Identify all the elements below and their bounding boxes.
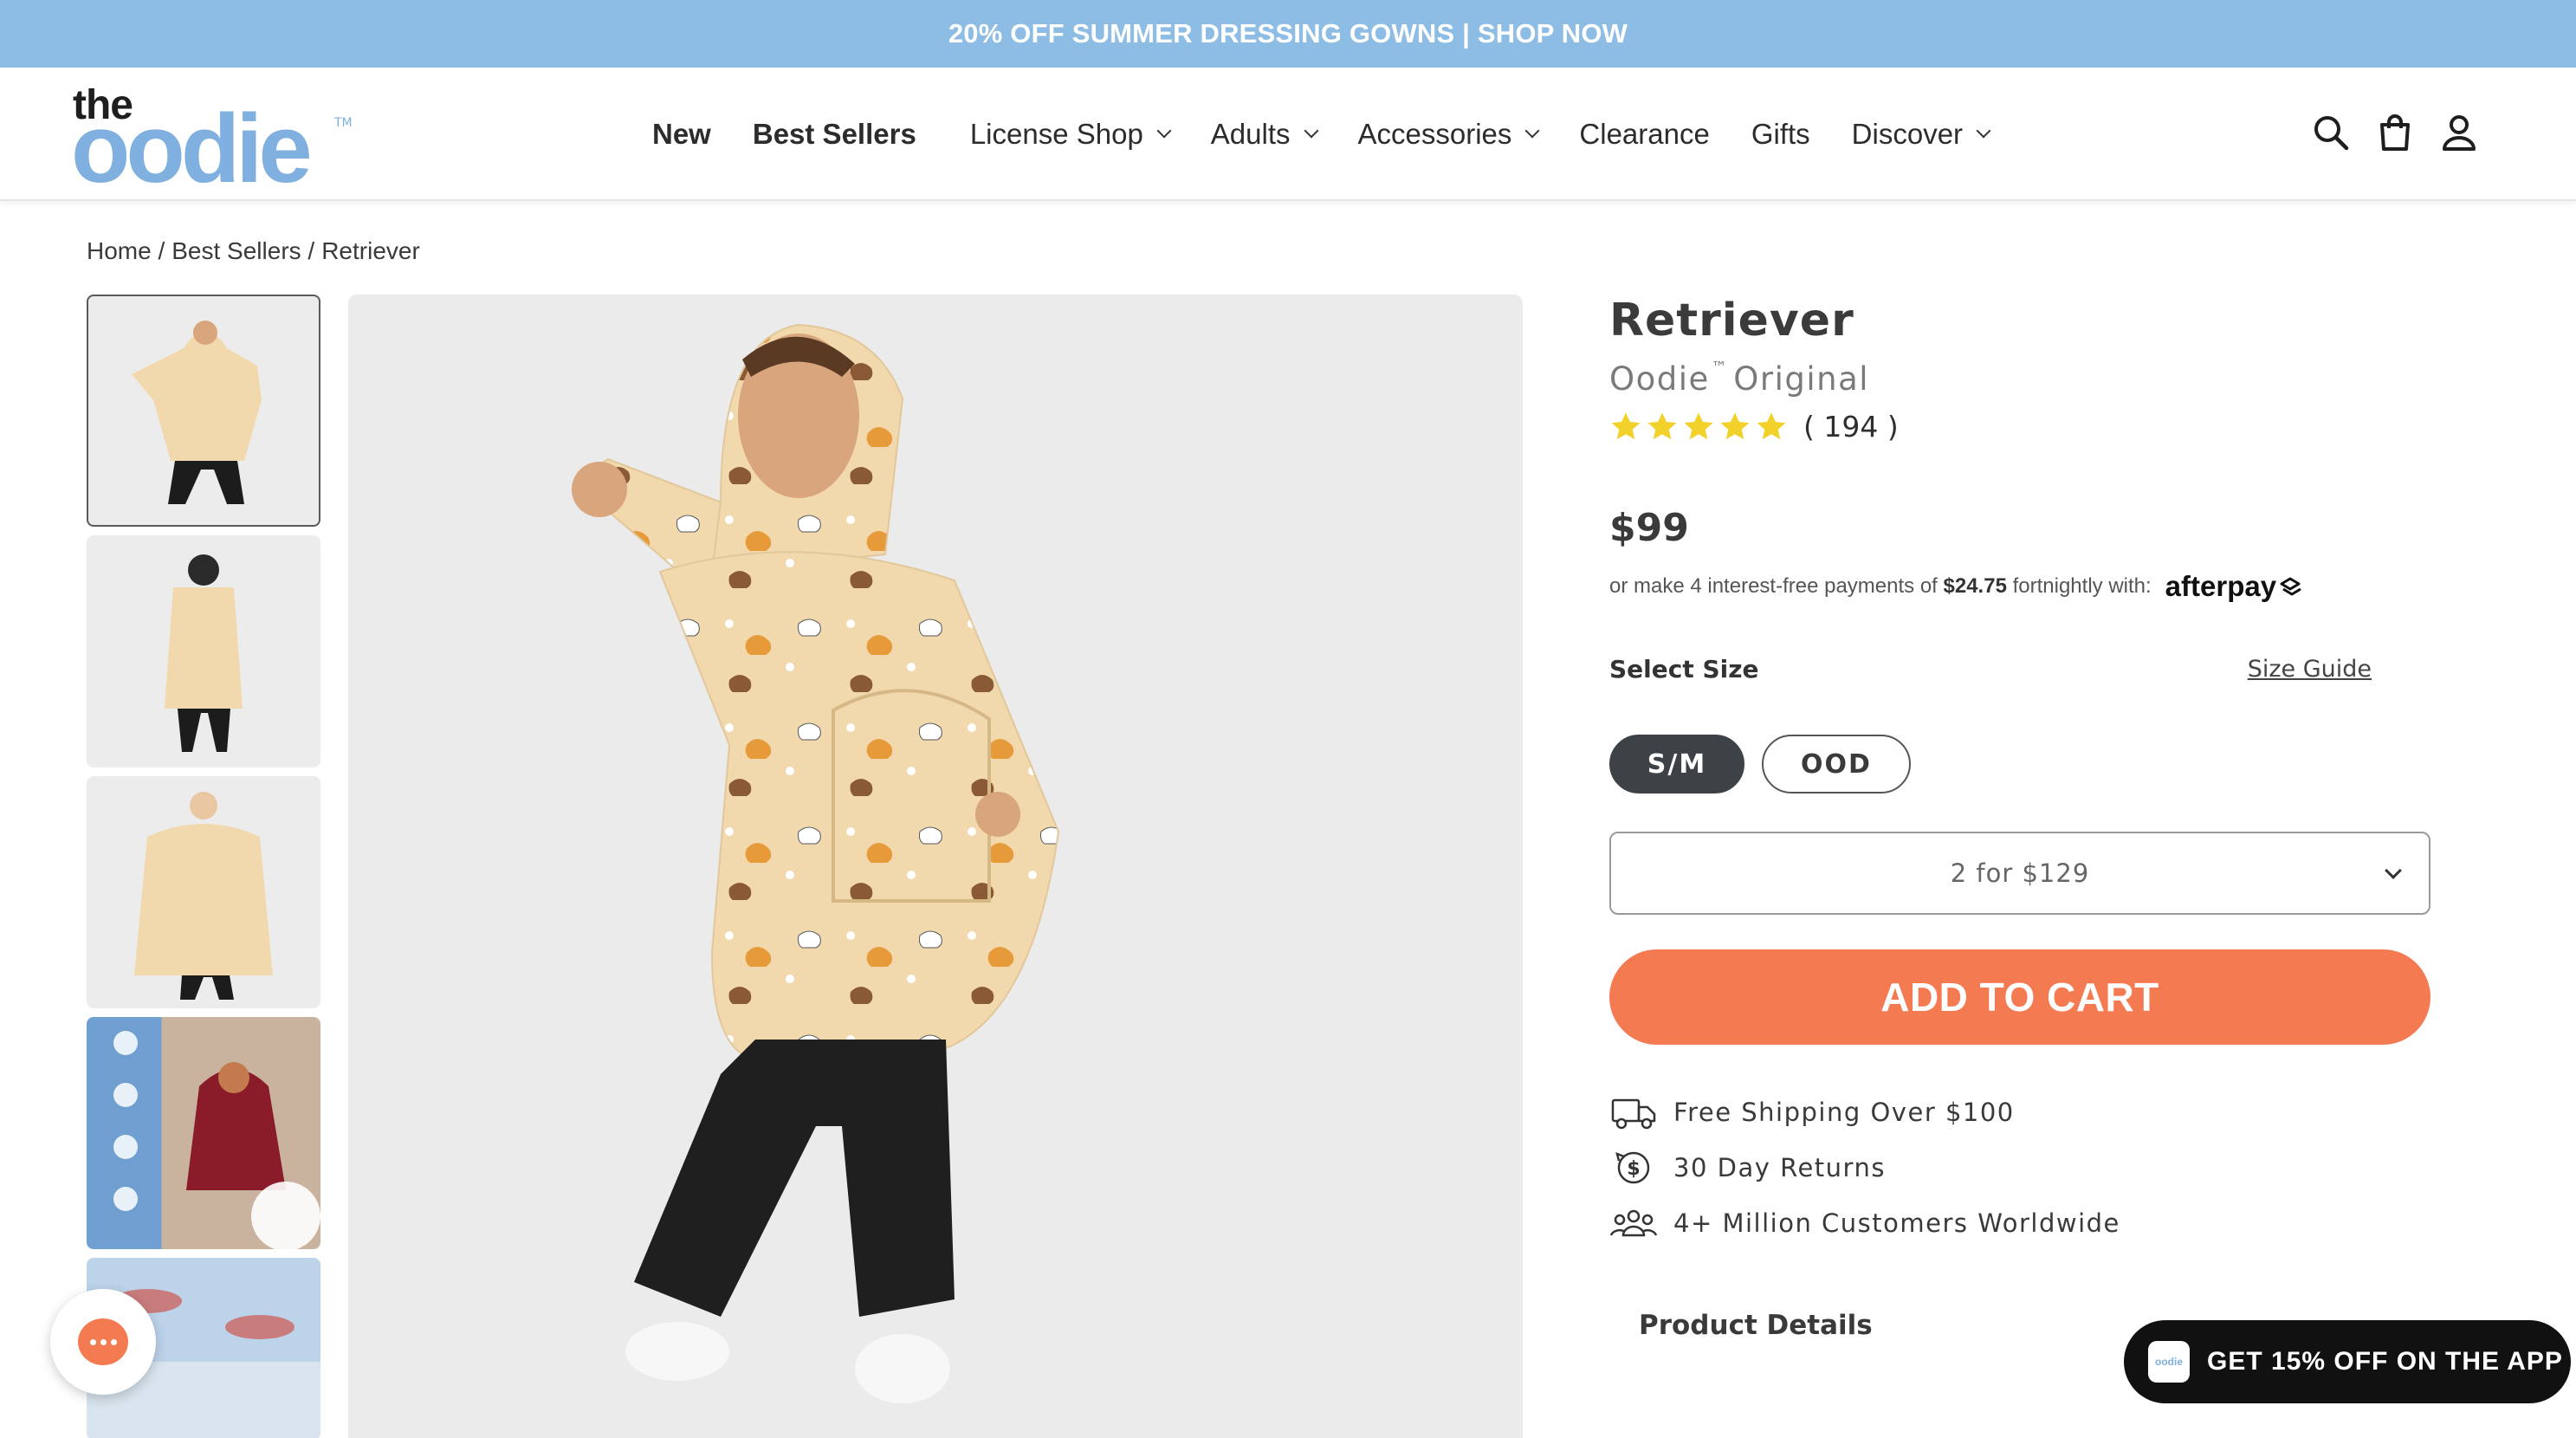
chat-bubble-icon — [78, 1318, 128, 1365]
nav-adults[interactable]: Adults — [1210, 118, 1319, 151]
product-info: Retriever Oodie ™ Original ( 194 ) $99 or … — [1609, 295, 2432, 1341]
nav-best-sellers-label: Best Sellers — [752, 118, 916, 150]
nav-clearance[interactable]: Clearance — [1579, 118, 1709, 151]
thumbnail-model-image — [165, 554, 243, 752]
product-price: $99 — [1609, 506, 1689, 550]
main-product-image[interactable] — [348, 295, 1523, 1438]
size-option-ood[interactable]: OOD — [1762, 735, 1911, 793]
nav-new[interactable]: New — [652, 118, 711, 151]
star-icon — [1647, 411, 1677, 439]
nav-clearance-label: Clearance — [1579, 118, 1710, 150]
afterpay-prefix: or make 4 interest-free payments of — [1609, 574, 1938, 598]
perk-text: 30 Day Returns — [1673, 1153, 1886, 1182]
nav-accessories[interactable]: Accessories — [1357, 118, 1540, 151]
chevron-down-icon — [1524, 123, 1540, 139]
product-subtitle: Oodie ™ Original — [1609, 359, 2432, 398]
nav-license-shop-label: License Shop — [969, 118, 1143, 150]
perk-customers: 4+ Million Customers Worldwide — [1609, 1195, 2120, 1251]
thumbnail-model-image — [132, 321, 262, 504]
truck-icon — [1611, 1098, 1656, 1130]
nav-discover[interactable]: Discover — [1851, 118, 1991, 151]
add-to-cart-label: ADD TO CART — [1880, 975, 2159, 1020]
thumbnail-1[interactable] — [87, 295, 320, 527]
svg-text:$: $ — [1627, 1158, 1640, 1180]
thumbnail-3[interactable] — [87, 776, 320, 1008]
breadcrumb-current: Retriever — [321, 237, 420, 264]
breadcrumb-category[interactable]: Best Sellers / — [172, 237, 314, 265]
logo-tm: TM — [334, 116, 353, 130]
logo-oodie: oodie — [71, 94, 313, 203]
perk-text: Free Shipping Over $100 — [1673, 1098, 2015, 1127]
rating-stars — [1609, 411, 1788, 444]
oodie-logo[interactable]: the oodie TM — [71, 81, 359, 198]
product-title: Retriever — [1609, 295, 1854, 347]
chevron-down-icon — [1304, 123, 1319, 139]
afterpay-brand: afterpay — [2165, 570, 2277, 602]
announcement-bar[interactable]: 20% OFF SUMMER DRESSING GOWNS | SHOP NOW — [0, 0, 2576, 68]
afterpay-logo[interactable]: afterpay — [2165, 570, 2304, 603]
app-promo-banner[interactable]: oodie GET 15% OFF ON THE APP — [2124, 1320, 2571, 1403]
select-size-label: Select Size — [1609, 655, 1759, 683]
star-icon — [1720, 411, 1750, 439]
nav-new-label: New — [652, 118, 711, 150]
afterpay-message: or make 4 interest-free payments of $24.… — [1609, 570, 2304, 603]
perk-returns: $ 30 Day Returns — [1609, 1140, 2120, 1195]
chevron-down-icon — [2385, 862, 2402, 879]
thumbnail-list — [87, 295, 322, 1438]
perk-text: 4+ Million Customers Worldwide — [1673, 1208, 2120, 1238]
size-options: S/M OOD — [1609, 735, 1911, 793]
site-header: the oodie TM New Best Sellers License Sh… — [0, 68, 2576, 201]
afterpay-amount: $24.75 — [1943, 574, 2007, 598]
cart-icon[interactable] — [2375, 113, 2415, 152]
add-to-cart-button[interactable]: ADD TO CART — [1609, 949, 2430, 1045]
thumbnail-fabric-features-image — [113, 1031, 320, 1249]
thumbnail-model-image — [134, 792, 273, 1000]
afterpay-suffix: fortnightly with: — [2012, 574, 2152, 598]
nav-gifts[interactable]: Gifts — [1751, 118, 1810, 151]
search-icon[interactable] — [2311, 113, 2351, 152]
size-option-sm[interactable]: S/M — [1609, 735, 1744, 793]
afterpay-arrows-icon — [2280, 577, 2301, 596]
nav-license-shop[interactable]: License Shop — [969, 118, 1172, 151]
nav-accessories-label: Accessories — [1357, 118, 1512, 150]
header-icons — [2311, 113, 2479, 152]
product-details-heading[interactable]: Product Details — [1639, 1310, 1873, 1341]
product-photo-model — [572, 323, 1060, 1403]
chevron-down-icon — [1156, 123, 1172, 139]
size-guide-link[interactable]: Size Guide — [2248, 656, 2372, 683]
thumbnail-2[interactable] — [87, 535, 320, 768]
review-count[interactable]: ( 194 ) — [1803, 410, 1899, 444]
announcement-text[interactable]: 20% OFF SUMMER DRESSING GOWNS | SHOP NOW — [948, 18, 1628, 49]
account-icon[interactable] — [2439, 113, 2479, 152]
size-header: Select Size Size Guide — [1609, 655, 2372, 683]
nav-discover-label: Discover — [1851, 118, 1964, 150]
star-icon — [1611, 411, 1641, 439]
product-rating[interactable]: ( 194 ) — [1609, 410, 2432, 444]
breadcrumb-home[interactable]: Home / — [87, 237, 165, 265]
star-icon — [1684, 411, 1713, 439]
nav-adults-label: Adults — [1210, 118, 1291, 150]
chat-button[interactable] — [50, 1289, 156, 1395]
customers-icon — [1609, 1209, 1658, 1237]
star-icon — [1757, 411, 1786, 439]
subtitle-tm: ™ — [1711, 359, 1729, 377]
product-perks: Free Shipping Over $100 $ 30 Day Returns… — [1609, 1085, 2120, 1251]
nav-best-sellers[interactable]: Best Sellers — [753, 118, 916, 151]
perk-free-shipping: Free Shipping Over $100 — [1609, 1085, 2120, 1140]
oodie-app-icon: oodie — [2148, 1341, 2190, 1383]
subtitle-rest: Original — [1733, 360, 1870, 398]
thumbnail-4[interactable] — [87, 1017, 320, 1249]
returns-icon: $ — [1615, 1151, 1650, 1184]
bundle-selected-value: 2 for $129 — [1950, 858, 2090, 888]
nav-gifts-label: Gifts — [1751, 118, 1810, 150]
subtitle-brand: Oodie — [1609, 360, 1710, 398]
chevron-down-icon — [1976, 123, 1991, 139]
main-nav: New Best Sellers License Shop Adults Acc… — [652, 68, 2030, 201]
afterpay-text: or make 4 interest-free payments of $24.… — [1609, 574, 2152, 599]
app-promo-text: GET 15% OFF ON THE APP — [2207, 1347, 2563, 1376]
breadcrumb: Home / Best Sellers / Retriever — [87, 237, 420, 265]
bundle-dropdown[interactable]: 2 for $129 — [1609, 832, 2430, 915]
